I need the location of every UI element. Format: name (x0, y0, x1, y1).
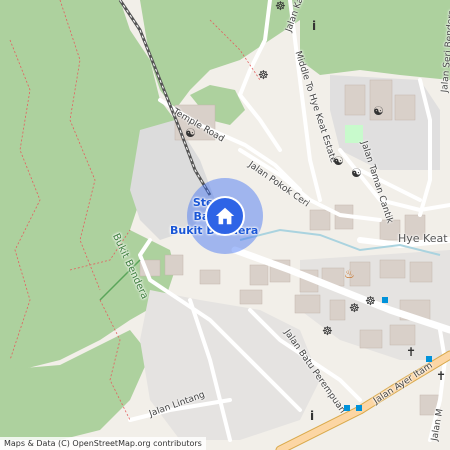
home-icon (215, 207, 235, 225)
dharma-wheel-icon[interactable]: ☸ (322, 325, 333, 337)
map-viewport[interactable]: Jalan Kam Middle To Hye Keat Estate Temp… (0, 0, 450, 450)
dharma-wheel-icon[interactable]: ☸ (275, 0, 286, 12)
dharma-wheel-icon[interactable]: ☸ (258, 69, 269, 81)
bus-stop-icon[interactable] (382, 297, 388, 303)
bus-stop-icon[interactable] (426, 356, 432, 362)
dharma-wheel-icon[interactable]: ☸ (349, 302, 360, 314)
street-label-hye-keat: Hye Keat (398, 232, 448, 245)
bus-stop-icon[interactable] (344, 405, 350, 411)
yin-yang-icon[interactable]: ☯ (333, 155, 344, 167)
yin-yang-icon[interactable]: ☯ (185, 127, 196, 139)
cross-icon[interactable]: ✝ (406, 346, 416, 358)
dharma-wheel-icon[interactable]: ☸ (365, 295, 376, 307)
bus-stop-icon[interactable] (356, 405, 362, 411)
cross-icon[interactable]: ✝ (436, 370, 446, 382)
info-icon[interactable]: i (310, 410, 314, 422)
map-attribution[interactable]: Maps & Data (C) OpenStreetMap.org contri… (0, 437, 206, 450)
location-pin[interactable] (205, 196, 245, 236)
info-icon[interactable]: i (312, 20, 316, 32)
yin-yang-icon[interactable]: ☯ (351, 167, 362, 179)
fire-icon[interactable]: ♨ (344, 268, 355, 280)
yin-yang-icon[interactable]: ☯ (373, 105, 384, 117)
